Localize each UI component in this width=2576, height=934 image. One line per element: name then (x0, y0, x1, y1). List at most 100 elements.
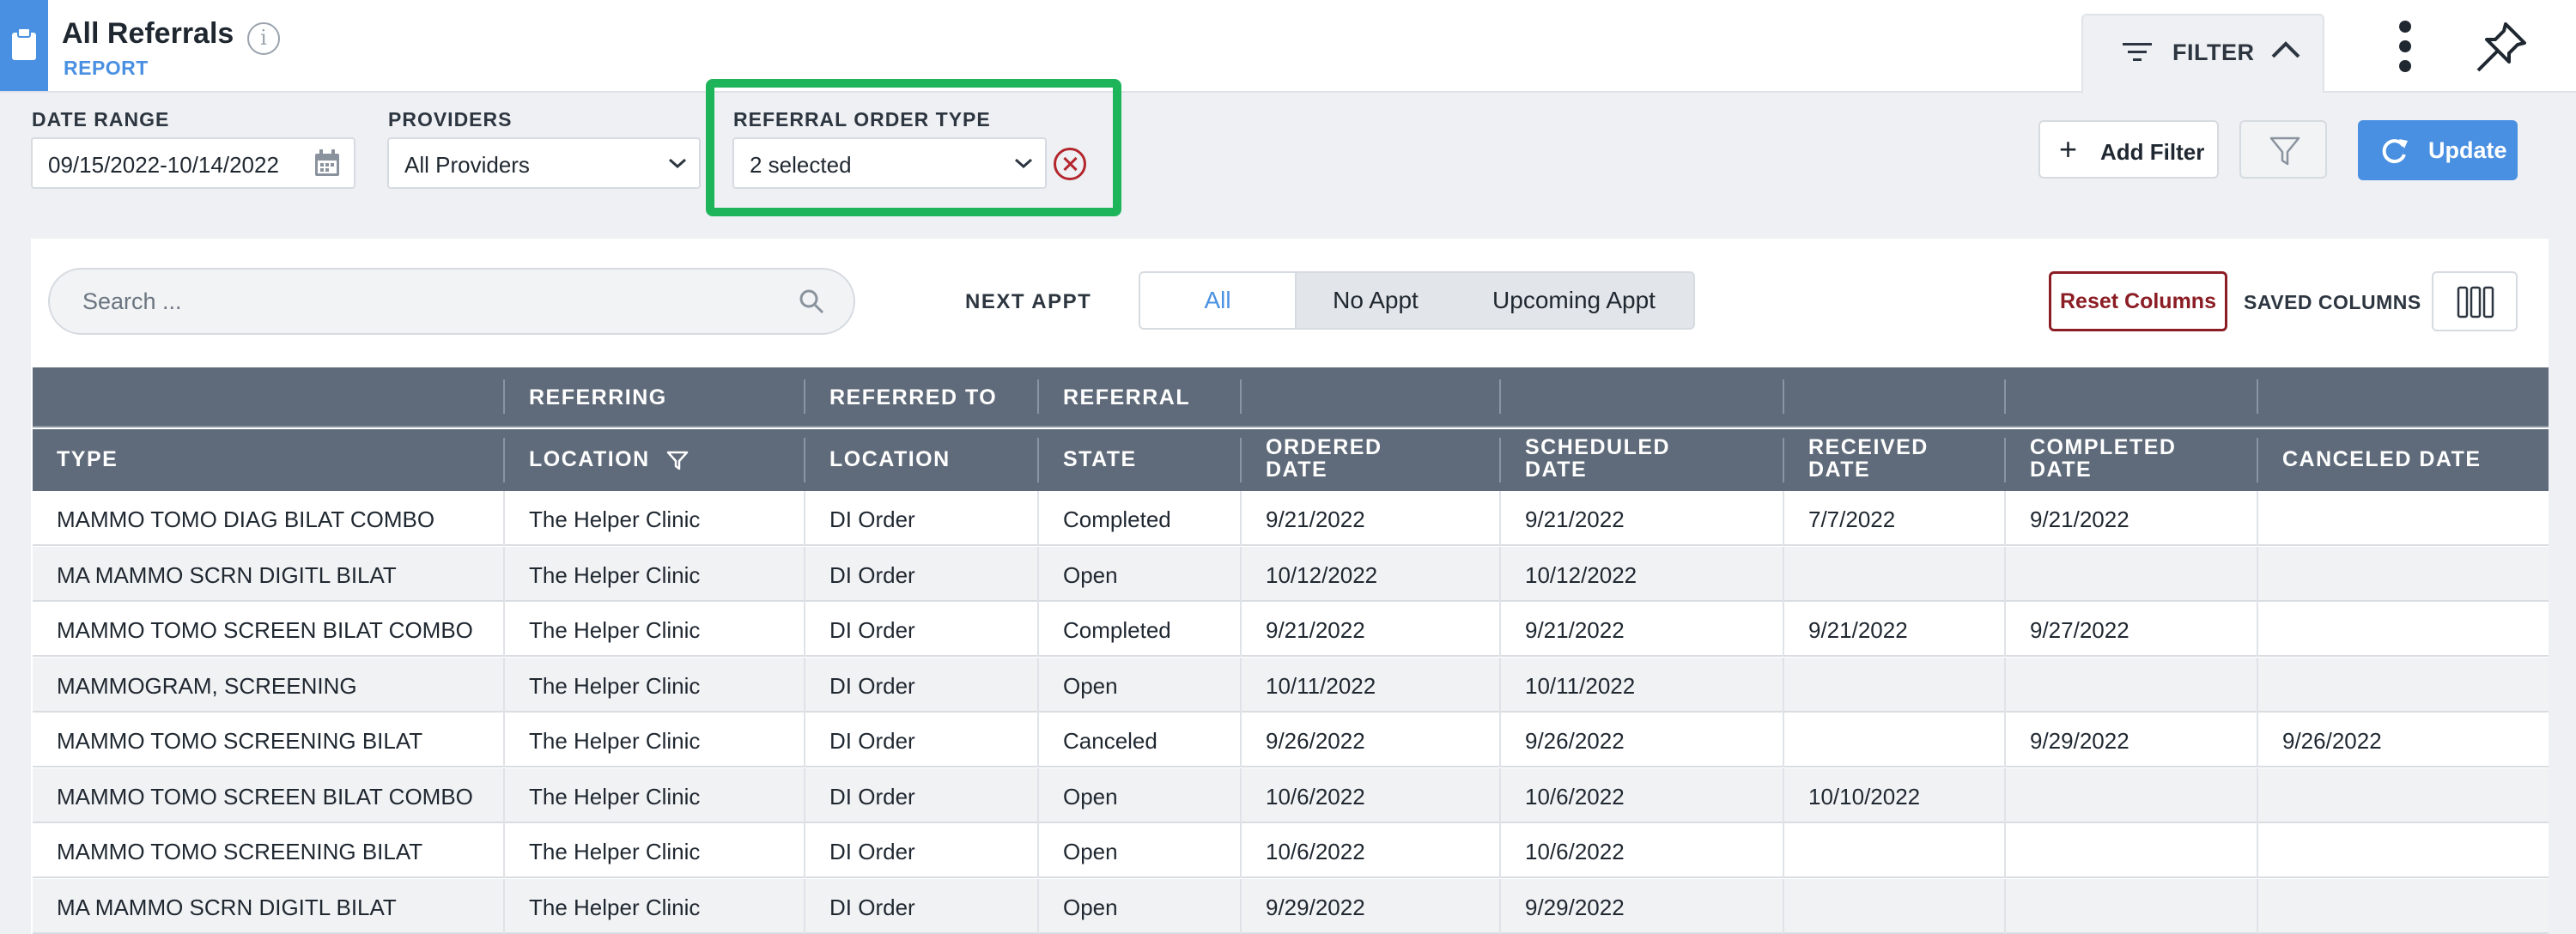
cell-divider (1240, 657, 1242, 713)
page-title: All Referrals (62, 17, 234, 50)
column-header-type[interactable]: TYPE (57, 448, 118, 470)
header-divider (1037, 379, 1039, 414)
info-icon[interactable]: i (247, 22, 280, 55)
cell-referral-state: Canceled (1063, 728, 1157, 754)
column-header-text: SCHEDULED (1525, 435, 1671, 459)
clipboard-icon (12, 27, 36, 60)
table-row[interactable]: MAMMO TOMO SCREENING BILAT The Helper Cli… (33, 713, 2549, 767)
pin-icon[interactable] (2473, 19, 2530, 76)
cell-divider (2004, 823, 2006, 878)
cell-divider (2257, 546, 2258, 602)
cell-divider (1037, 546, 1039, 602)
cell-divider (1783, 823, 1784, 878)
cell-divider (1499, 767, 1501, 823)
cell-type: MA MAMMO SCRN DIGITL BILAT (57, 894, 397, 920)
providers-value: All Providers (404, 152, 530, 178)
cell-type: MAMMO TOMO SCREENING BILAT (57, 728, 423, 754)
table-row[interactable]: MA MAMMO SCRN DIGITL BILAT The Helper Cli… (33, 878, 2549, 934)
date-range-field[interactable]: 09/15/2022-10/14/2022 (31, 137, 355, 189)
cell-referred-to-location: DI Order (829, 894, 915, 920)
column-header-received-date[interactable]: RECEIVED DATE (1808, 436, 1929, 481)
table-row[interactable]: MAMMO TOMO SCREENING BILAT The Helper Cli… (33, 823, 2549, 878)
table-row[interactable]: MAMMO TOMO SCREEN BILAT COMBO The Helper … (33, 767, 2549, 823)
app-badge (0, 0, 48, 91)
cell-divider (2257, 491, 2258, 546)
referral-order-type-label: REFERRAL ORDER TYPE (733, 108, 991, 130)
header-divider (1783, 379, 1784, 414)
funnel-button[interactable] (2239, 120, 2327, 179)
cell-divider (1240, 767, 1242, 823)
cell-referring-location: The Helper Clinic (529, 783, 701, 810)
cell-divider (503, 713, 505, 767)
update-label: Update (2428, 137, 2507, 163)
clear-filter-icon[interactable] (1054, 148, 1086, 180)
cell-divider (1499, 602, 1501, 657)
column-header-scheduled-date[interactable]: SCHEDULED DATE (1525, 436, 1670, 481)
column-header-completed-date[interactable]: COMPLETED DATE (2030, 436, 2176, 481)
header-divider (2004, 379, 2006, 414)
cell-divider (804, 878, 805, 934)
column-header-text: TYPE (57, 447, 118, 471)
cell-divider (1783, 491, 1784, 546)
cell-referral-state: Open (1063, 561, 1118, 588)
cell-divider (1240, 602, 1242, 657)
filter-toggle-tab[interactable]: FILTER (2081, 14, 2324, 93)
table-row[interactable]: MAMMOGRAM, SCREENING The Helper Clinic DI … (33, 657, 2549, 713)
columns-button[interactable] (2432, 271, 2518, 331)
calendar-icon[interactable] (314, 149, 340, 177)
date-range-value: 09/15/2022-10/14/2022 (48, 152, 279, 178)
header-divider (2257, 379, 2258, 414)
column-header-referral-state[interactable]: STATE (1063, 448, 1137, 470)
cell-referring-location: The Helper Clinic (529, 839, 701, 864)
funnel-icon (2269, 136, 2300, 166)
cell-divider (2257, 878, 2258, 934)
chevron-up-icon (2271, 41, 2300, 58)
header-divider (1240, 438, 1242, 482)
providers-select[interactable]: All Providers (387, 137, 701, 189)
add-filter-button[interactable]: + Add Filter (2038, 120, 2219, 179)
cell-divider (804, 491, 805, 546)
cell-ordered-date: 10/12/2022 (1266, 561, 1378, 588)
cell-referral-state: Open (1063, 783, 1118, 810)
filter-toggle-label: FILTER (2172, 39, 2255, 65)
reset-columns-button[interactable]: Reset Columns (2049, 271, 2227, 331)
column-header-referring-location[interactable]: LOCATION (529, 447, 689, 471)
cell-received-date: 7/7/2022 (1808, 506, 1896, 532)
cell-scheduled-date: 9/21/2022 (1525, 617, 1625, 643)
search-box[interactable] (48, 268, 855, 335)
cell-divider (1037, 491, 1039, 546)
search-input[interactable] (81, 282, 768, 321)
column-filter-icon[interactable] (666, 450, 689, 470)
cell-referred-to-location: DI Order (829, 783, 915, 810)
search-icon[interactable] (799, 288, 824, 314)
referral-order-type-select[interactable]: 2 selected (732, 137, 1047, 189)
cell-ordered-date: 9/29/2022 (1266, 894, 1365, 920)
kebab-menu-icon[interactable] (2389, 19, 2423, 74)
segment-no-appt[interactable]: No Appt (1297, 273, 1455, 328)
column-header-ordered-date[interactable]: ORDERED DATE (1266, 436, 1382, 481)
cell-divider (2257, 823, 2258, 878)
column-header-text: LOCATION (529, 447, 650, 471)
cell-divider (1783, 602, 1784, 657)
column-header-referred-to-location[interactable]: LOCATION (829, 448, 951, 470)
cell-divider (2257, 767, 2258, 823)
update-button[interactable]: Update (2358, 120, 2518, 180)
column-header-canceled-date[interactable]: CANCELED DATE (2282, 448, 2482, 470)
segment-all[interactable]: All (1140, 273, 1297, 328)
segment-upcoming-appt[interactable]: Upcoming Appt (1455, 273, 1693, 328)
cell-divider (2004, 602, 2006, 657)
group-header-referring-location: REFERRING (529, 385, 667, 409)
table-row[interactable]: MAMMO TOMO DIAG BILAT COMBO The Helper Cl… (33, 491, 2549, 546)
cell-divider (1499, 878, 1501, 934)
cell-referral-state: Open (1063, 894, 1118, 920)
group-header-referred-to-location: REFERRED TO (829, 385, 998, 409)
cell-divider (2257, 657, 2258, 713)
table-row[interactable]: MA MAMMO SCRN DIGITL BILAT The Helper Cli… (33, 546, 2549, 602)
column-header-text: DATE (1525, 458, 1588, 482)
plus-icon: + (2059, 131, 2078, 167)
cell-referring-location: The Helper Clinic (529, 617, 701, 643)
table-row[interactable]: MAMMO TOMO SCREEN BILAT COMBO The Helper … (33, 602, 2549, 657)
cell-ordered-date: 9/26/2022 (1266, 728, 1365, 754)
cell-referred-to-location: DI Order (829, 506, 915, 532)
cell-divider (1783, 767, 1784, 823)
